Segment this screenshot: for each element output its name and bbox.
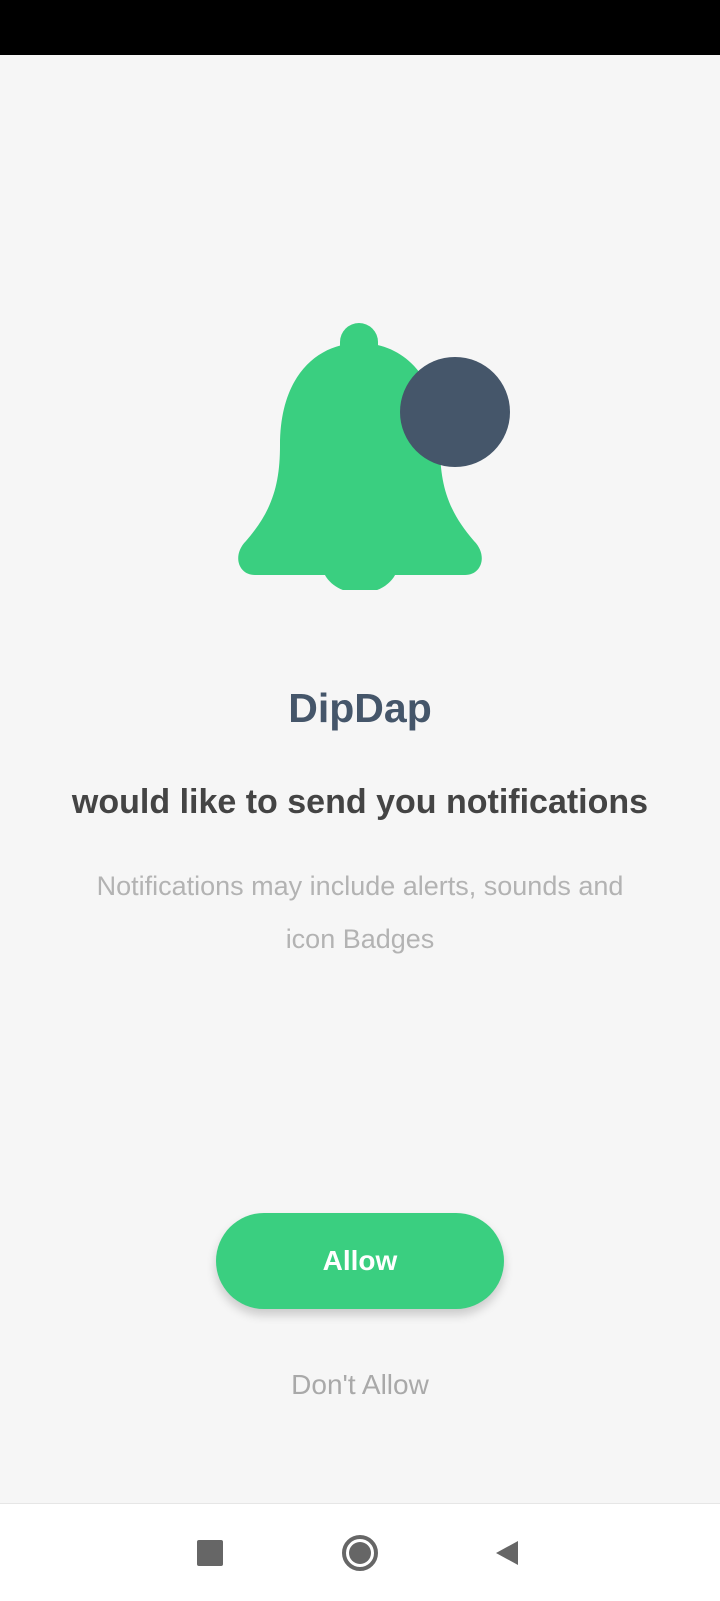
home-icon [342,1535,378,1571]
notification-dot-icon [400,357,510,467]
permission-description: Notifications may include alerts, sounds… [96,871,624,954]
bell-icon [238,323,510,590]
home-button[interactable] [333,1526,387,1580]
recent-apps-button[interactable] [183,1526,237,1580]
status-bar [0,0,720,55]
permission-headline: would like to send you notifications [71,783,649,821]
app-name: DipDap [288,685,432,731]
back-icon [496,1541,518,1565]
bell-illustration [0,255,720,590]
system-navigation-bar [0,1503,720,1601]
recent-apps-icon [197,1540,223,1566]
dont-allow-button[interactable]: Don't Allow [220,1360,500,1410]
allow-button[interactable]: Allow [216,1213,504,1309]
back-button[interactable] [480,1526,534,1580]
